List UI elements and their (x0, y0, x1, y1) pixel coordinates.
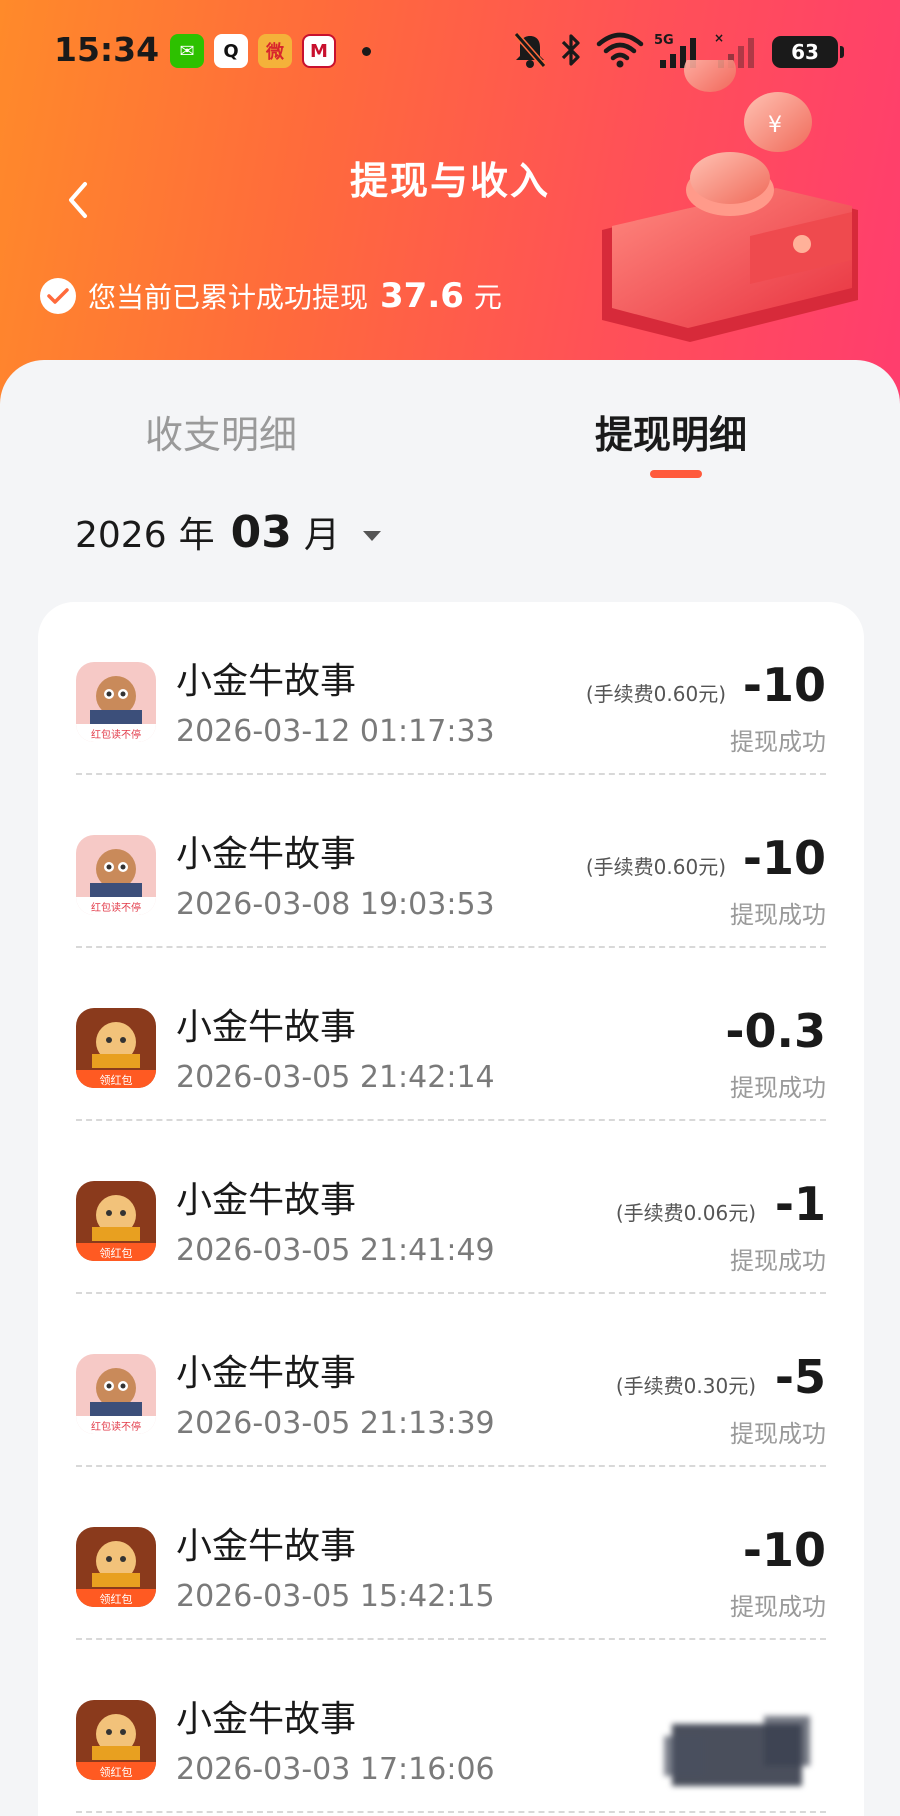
record-status: 提现成功 (730, 1593, 826, 1621)
tab-withdraw-details[interactable]: 提现明细 (595, 404, 747, 464)
svg-text:红包读不停: 红包读不停 (91, 901, 141, 914)
svg-text:×: × (714, 31, 724, 45)
row-divider (76, 1811, 826, 1813)
list-item[interactable]: 领红包 小金牛故事 2026-03-05 21:41:49 (手续费0.06元)… (38, 1121, 864, 1294)
app-icon: 领红包 (76, 1008, 156, 1088)
summary-amount: 37.6 (380, 276, 464, 316)
record-app-name: 小金牛故事 (176, 1353, 357, 1394)
record-amount: -10 (742, 658, 826, 712)
month-picker-month-unit: 月 (303, 515, 340, 556)
list-item[interactable]: 红包读不停 小金牛故事 2026-03-08 19:03:53 (手续费0.60… (38, 775, 864, 948)
wallet-illustration: ¥ (602, 60, 858, 342)
page-title: 提现与收入 (349, 159, 550, 203)
record-fee: (手续费0.06元) (615, 1201, 756, 1225)
bluetooth-icon (561, 34, 580, 66)
record-time: 2026-03-03 17:16:06 (176, 1752, 495, 1787)
list-item[interactable]: 领红包 小金牛故事 2026-03-05 15:42:15 -10 提现成功 (38, 1467, 864, 1640)
svg-text:领红包: 领红包 (100, 1766, 133, 1779)
app-icon: 领红包 (76, 1181, 156, 1261)
active-tab-indicator (650, 470, 702, 478)
record-amount: -1 (774, 1177, 826, 1231)
svg-text:领红包: 领红包 (100, 1074, 133, 1087)
record-status: 提现成功 (730, 1074, 826, 1102)
check-circle-icon (40, 278, 76, 314)
record-fee: (手续费0.60元) (585, 855, 726, 879)
status-time: 15:34 (54, 30, 160, 69)
record-status: 提现成功 (730, 901, 826, 929)
record-app-name: 小金牛故事 (176, 1180, 357, 1221)
record-amount: -10 (742, 1523, 826, 1577)
svg-text:红包读不停: 红包读不停 (91, 728, 141, 741)
record-fee: (手续费0.60元) (585, 682, 726, 706)
record-time: 2026-03-05 21:42:14 (176, 1060, 495, 1095)
app-icon: 领红包 (76, 1700, 156, 1780)
network-type-label: 5G (654, 33, 674, 48)
record-status: 提现成功 (730, 1247, 826, 1275)
record-time: 2026-03-05 21:13:39 (176, 1406, 495, 1441)
record-amount: -0.3 (725, 1004, 826, 1058)
mute-icon (513, 32, 547, 68)
list-item[interactable]: 红包读不停 小金牛故事 2026-03-05 21:13:39 (手续费0.30… (38, 1294, 864, 1467)
summary-unit: 元 (473, 281, 502, 314)
caret-down-icon (362, 531, 381, 541)
svg-text:领红包: 领红包 (100, 1593, 133, 1606)
header-banner: 15:34 ✉ Q 微 M 5G × 63 ¥ 提现与收入 您当前已累计成功提现… (0, 0, 900, 420)
month-picker-month: 03 (230, 507, 292, 558)
list-item[interactable]: 领红包 小金牛故事 2026-03-05 21:42:14 -0.3 提现成功 (38, 948, 864, 1121)
record-amount: -10 (742, 831, 826, 885)
wechat-icon: ✉ (170, 34, 204, 68)
month-picker-year-unit: 年 (178, 515, 215, 556)
bank-icon: M (302, 34, 336, 68)
list-item[interactable]: 领红包 小金牛故事 2026-03-03 17:16:06 (38, 1640, 864, 1813)
record-status: 提现成功 (730, 1420, 826, 1448)
svg-text:红包读不停: 红包读不停 (91, 1420, 141, 1433)
withdraw-record-list: 红包读不停 小金牛故事 2026-03-12 01:17:33 (手续费0.60… (38, 602, 864, 1816)
record-app-name: 小金牛故事 (176, 1526, 357, 1567)
record-app-name: 小金牛故事 (176, 1007, 357, 1048)
record-amount: -5 (774, 1350, 826, 1404)
qq-icon: Q (214, 34, 248, 68)
weibo-icon: 微 (258, 34, 292, 68)
month-picker[interactable]: 2026 年 03 月 (75, 506, 382, 566)
app-icon: 红包读不停 (76, 835, 156, 915)
app-icon: 红包读不停 (76, 1354, 156, 1434)
tab-income-expense[interactable]: 收支明细 (145, 404, 297, 464)
record-time: 2026-03-08 19:03:53 (176, 887, 495, 922)
redacted-amount (664, 1716, 810, 1786)
record-app-name: 小金牛故事 (176, 834, 357, 875)
svg-text:领红包: 领红包 (100, 1247, 133, 1260)
list-item[interactable]: 红包读不停 小金牛故事 2026-03-12 01:17:33 (手续费0.60… (38, 602, 864, 775)
record-time: 2026-03-05 21:41:49 (176, 1233, 495, 1268)
month-picker-year: 2026 (75, 515, 167, 556)
app-icon: 领红包 (76, 1527, 156, 1607)
notification-dot (362, 47, 371, 56)
record-time: 2026-03-12 01:17:33 (176, 714, 495, 749)
record-fee: (手续费0.30元) (615, 1374, 756, 1398)
record-app-name: 小金牛故事 (176, 1699, 357, 1740)
app-icon: 红包读不停 (76, 662, 156, 742)
record-status: 提现成功 (730, 728, 826, 756)
record-app-name: 小金牛故事 (176, 661, 357, 702)
svg-text:¥: ¥ (768, 113, 782, 138)
summary-text: 您当前已累计成功提现 (88, 281, 369, 314)
record-time: 2026-03-05 15:42:15 (176, 1579, 495, 1614)
withdraw-summary: 您当前已累计成功提现 37.6 元 (40, 274, 502, 318)
